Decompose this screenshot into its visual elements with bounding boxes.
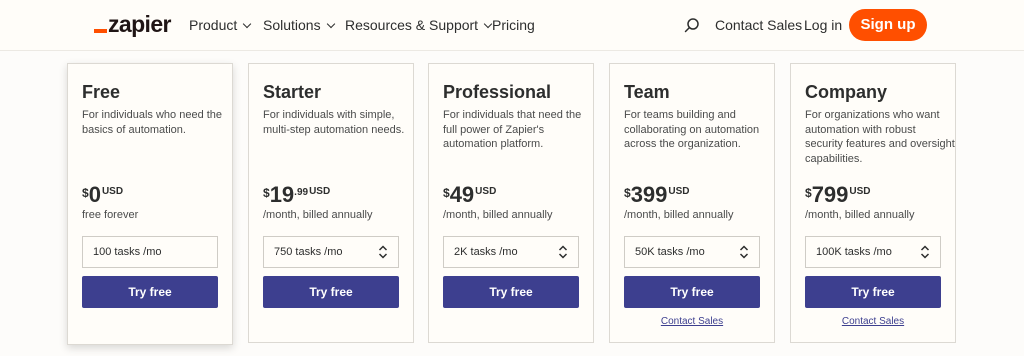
nav-resources-support[interactable]: Resources & Support (345, 17, 493, 33)
try-free-button[interactable]: Try free (263, 276, 399, 308)
plan-price: $799USD (805, 182, 871, 207)
signup-button[interactable]: Sign up (849, 9, 927, 41)
plan-billing: /month, billed annually (805, 209, 915, 221)
contact-sales-link[interactable]: Contact Sales (715, 17, 802, 33)
plan-billing: /month, billed annually (263, 209, 373, 221)
contact-sales-link[interactable]: Contact Sales (805, 316, 941, 327)
search-icon[interactable] (684, 17, 700, 33)
plan-name: Team (624, 82, 670, 102)
nav-product[interactable]: Product (189, 17, 252, 33)
plan-name: Free (82, 82, 121, 102)
plan-description: For individuals that need the full power… (443, 109, 582, 150)
try-free-button[interactable]: Try free (624, 276, 760, 308)
plan-price: $399USD (624, 182, 690, 207)
plan-card-company: Company For organizations who want autom… (790, 63, 956, 343)
tasks-field: 100 tasks /mo (82, 236, 218, 268)
try-free-button[interactable]: Try free (443, 276, 579, 308)
plan-billing: free forever (82, 209, 139, 221)
plan-price: $0USD (82, 182, 124, 207)
plan-name: Starter (263, 82, 322, 102)
chevron-down-icon (243, 19, 252, 29)
tasks-select[interactable]: 50K tasks /mo (624, 236, 760, 268)
plan-card-professional: Professional For individuals that need t… (428, 63, 594, 343)
plan-description: For individuals with simple, multi-step … (263, 109, 405, 136)
plan-billing: /month, billed annually (624, 209, 734, 221)
plan-card-team: Team For teams building and collaboratin… (609, 63, 775, 343)
plan-name: Professional (443, 82, 552, 102)
plan-description: For teams building and collaborating on … (624, 109, 760, 150)
plan-billing: /month, billed annually (443, 209, 553, 221)
select-updown-icon (739, 245, 749, 259)
select-updown-icon (920, 245, 930, 259)
try-free-button[interactable]: Try free (82, 276, 218, 308)
plan-card-free: Free For individuals who need the basics… (67, 63, 233, 345)
tasks-select[interactable]: 2K tasks /mo (443, 236, 579, 268)
plan-card-starter: Starter For individuals with simple, mul… (248, 63, 414, 343)
tasks-select[interactable]: 750 tasks /mo (263, 236, 399, 268)
tasks-select[interactable]: 100K tasks /mo (805, 236, 941, 268)
zapier-logo[interactable]: zapier (94, 11, 171, 38)
chevron-down-icon (326, 19, 335, 29)
login-link[interactable]: Log in (804, 17, 842, 33)
nav-solutions[interactable]: Solutions (263, 17, 335, 33)
plan-price: $49USD (443, 182, 497, 207)
select-updown-icon (378, 245, 388, 259)
select-updown-icon (558, 245, 568, 259)
contact-sales-link[interactable]: Contact Sales (624, 316, 760, 327)
top-nav: zapier Product Solutions Resources & Sup… (0, 0, 1024, 51)
plan-description: For organizations who want automation wi… (805, 109, 955, 165)
nav-pricing[interactable]: Pricing (492, 17, 535, 33)
plan-price: $19.99USD (263, 182, 331, 207)
plan-name: Company (805, 82, 888, 102)
plan-description: For individuals who need the basics of a… (82, 109, 223, 136)
try-free-button[interactable]: Try free (805, 276, 941, 308)
